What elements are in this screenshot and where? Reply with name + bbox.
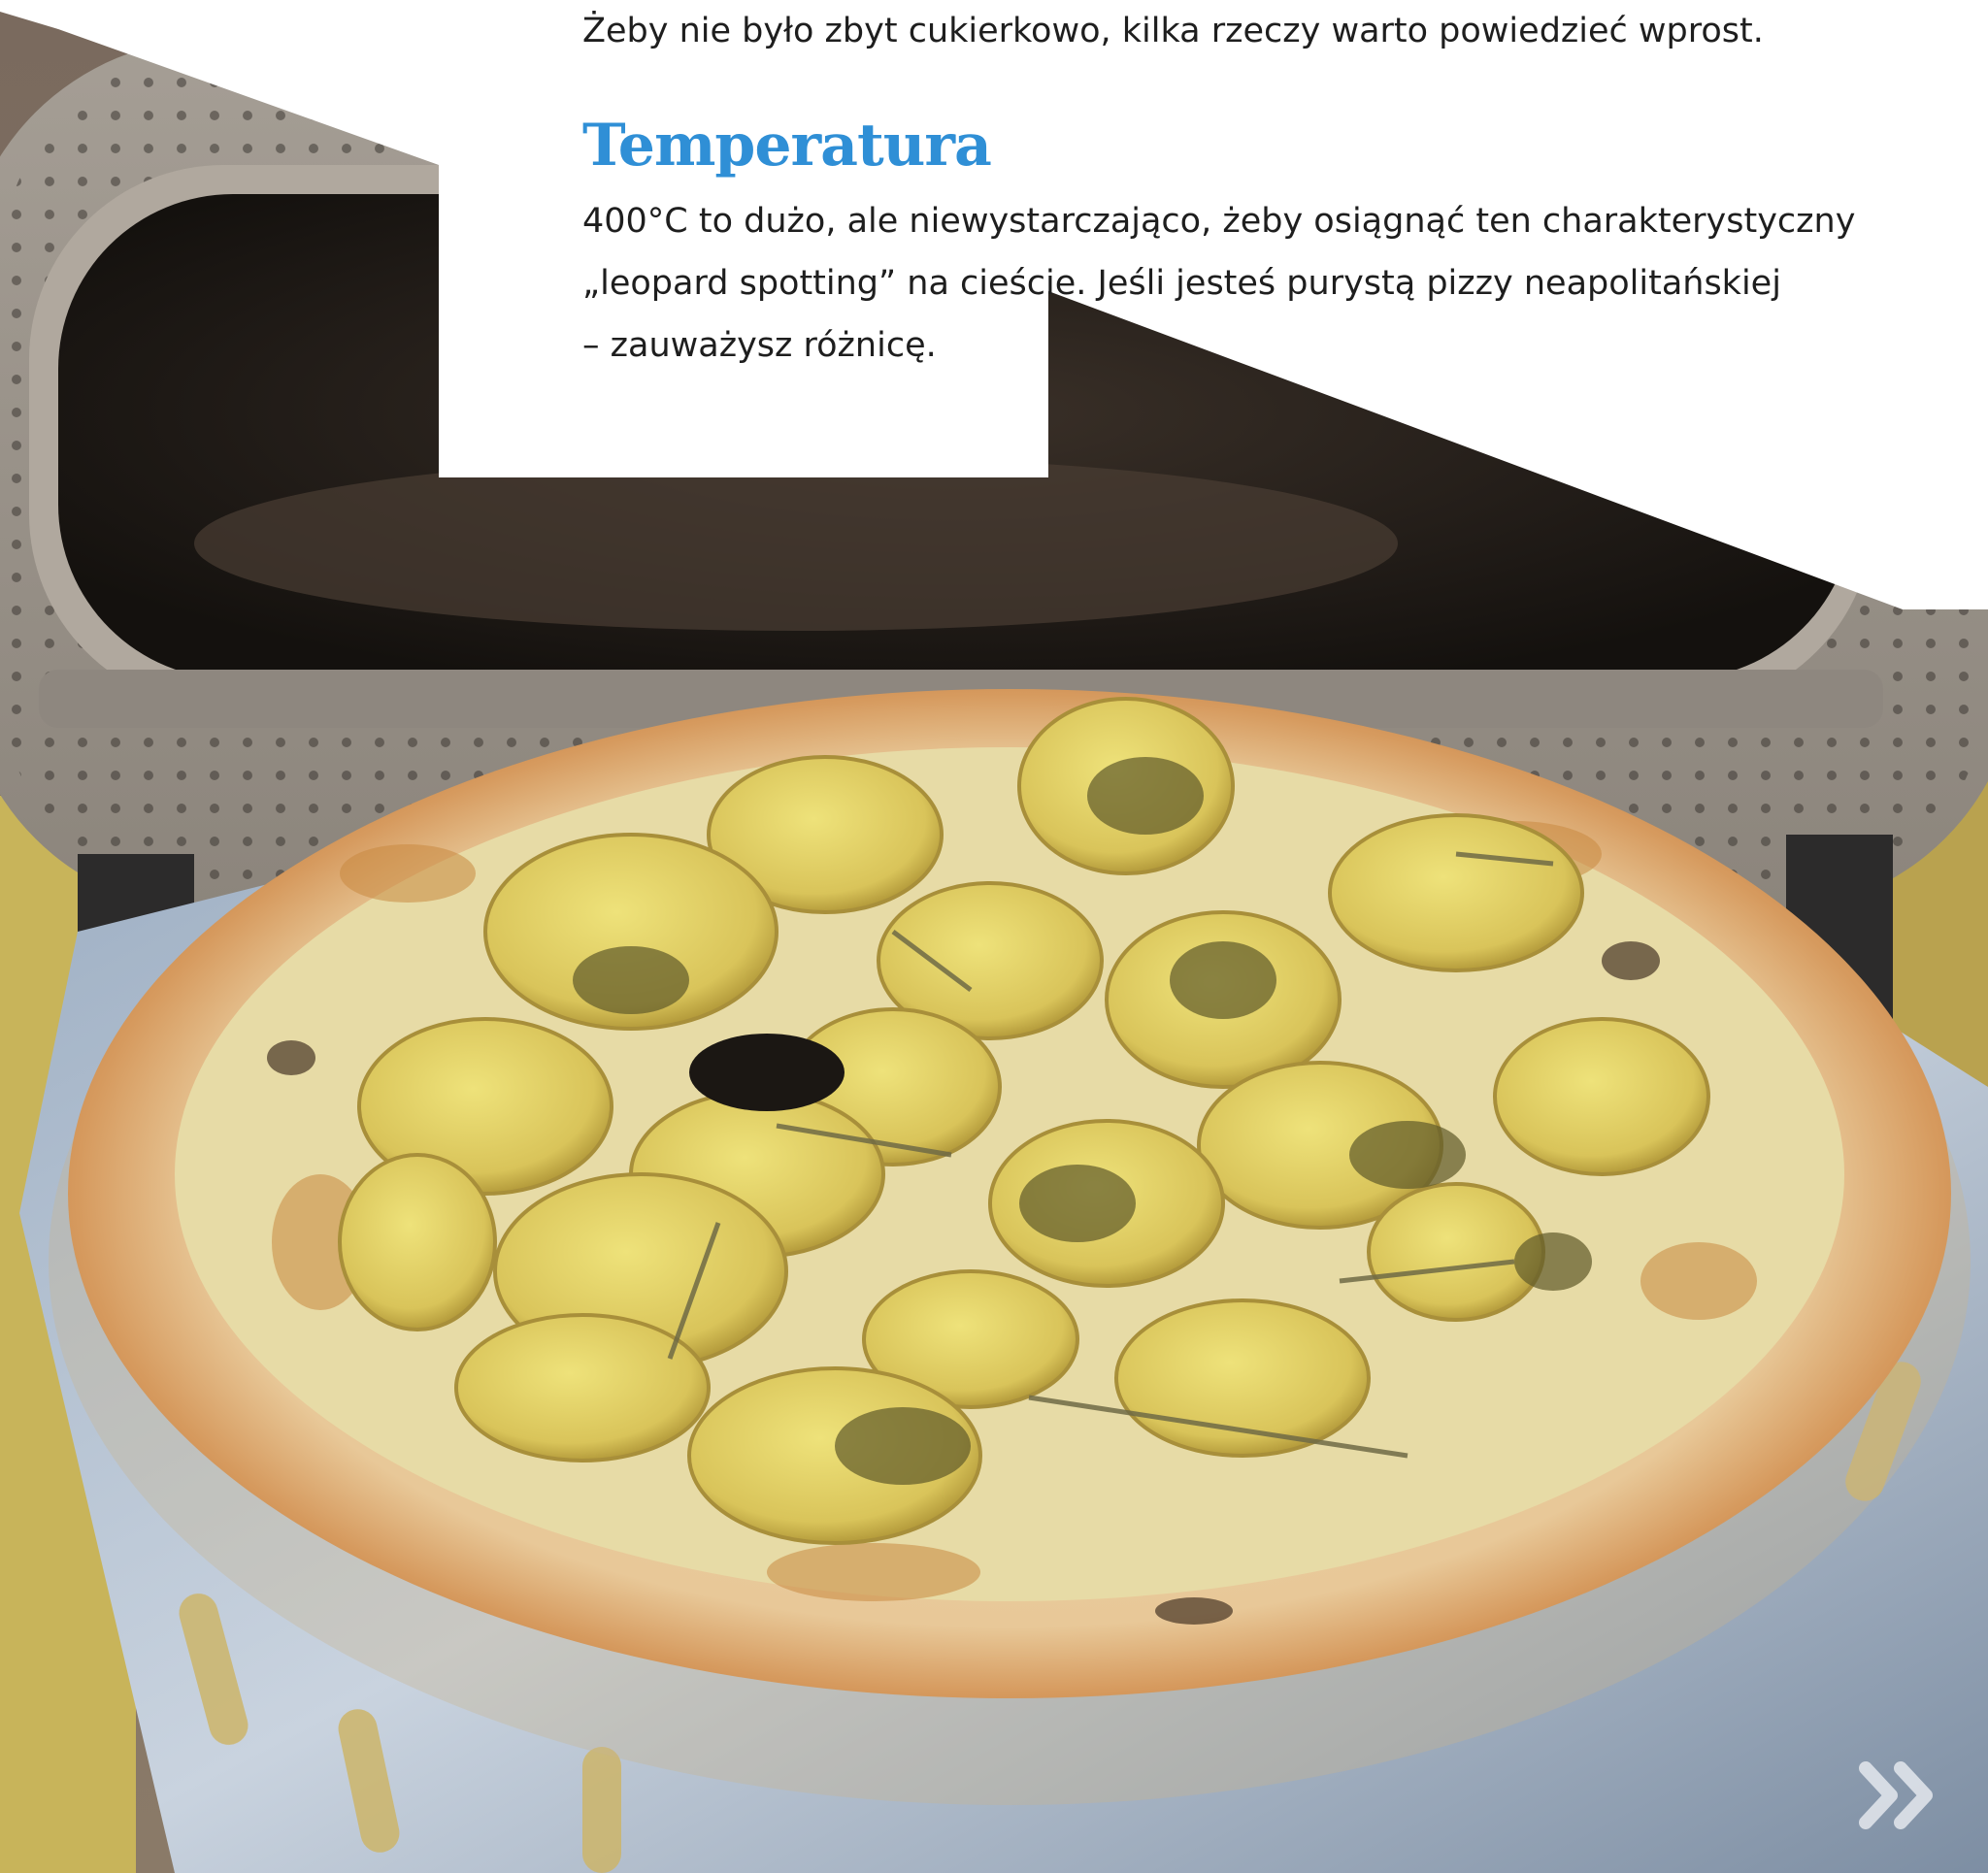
paragraph-line: – zauważysz różnicę. [582, 326, 937, 365]
paragraph-line: 400°C to dużo, ale niewystarczająco, żeb… [582, 202, 1856, 241]
section-paragraph: 400°C to dużo, ale niewystarczająco, żeb… [582, 190, 1961, 377]
paragraph-line: „leopard spotting” na cieście. Jeśli jes… [582, 264, 1781, 303]
section-heading: Temperatura [582, 112, 992, 180]
double-chevron-right-icon [1859, 1761, 1933, 1829]
page: Żeby nie było zbyt cukierkowo, kilka rze… [0, 0, 1988, 1873]
intro-paragraph: Żeby nie było zbyt cukierkowo, kilka rze… [582, 12, 1764, 50]
next-page-button[interactable] [1852, 1757, 1949, 1834]
